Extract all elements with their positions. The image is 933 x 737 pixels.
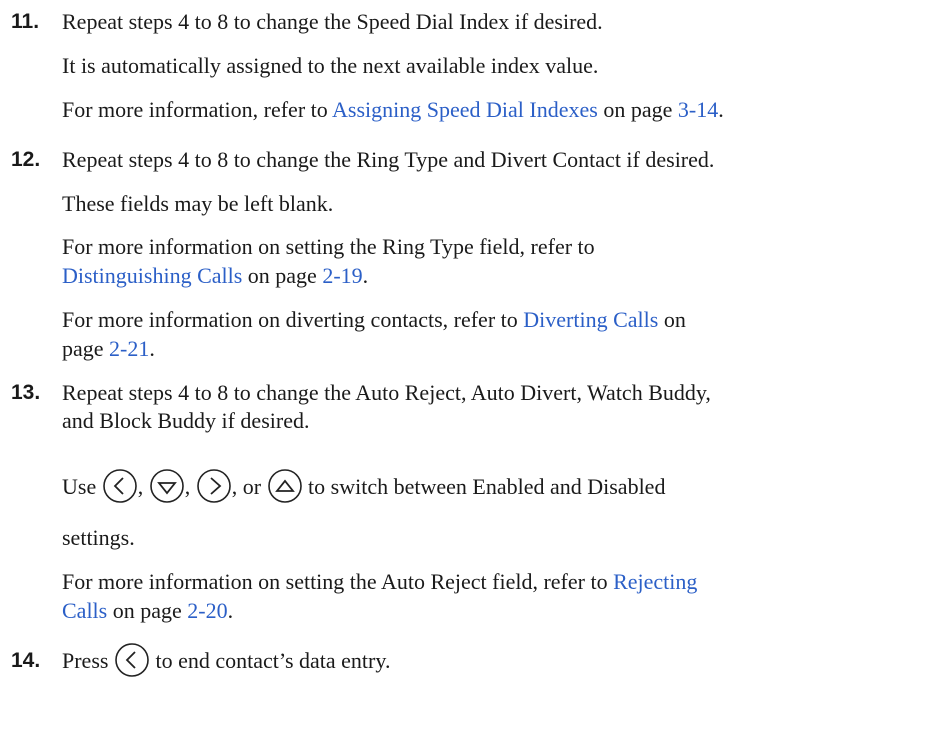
ref-suffix: . xyxy=(718,97,724,122)
ref-suffix: . xyxy=(149,336,155,361)
page-link-2-19[interactable]: 2-19 xyxy=(322,263,362,288)
step-13-number: 13. xyxy=(11,381,41,404)
use-suffix: to switch between Enabled and Disabled xyxy=(308,474,666,499)
document-page: 11. Repeat steps 4 to 8 to change the Sp… xyxy=(0,0,933,737)
link-rejecting-calls-cont[interactable]: Calls xyxy=(62,598,107,623)
press-suffix: to end contact’s data entry. xyxy=(155,648,391,673)
ref-mid: on page xyxy=(242,263,323,288)
step-13-reference-line-2: Calls on page 2-20. xyxy=(62,597,233,625)
step-12-reference-1-line-2: Distinguishing Calls on page 2-19. xyxy=(62,262,368,290)
step-11-reference: For more information, refer to Assigning… xyxy=(62,96,724,124)
ref-mid: on page xyxy=(597,97,678,122)
ref-prefix: For more information on diverting contac… xyxy=(62,307,524,332)
step-12-note: These fields may be left blank. xyxy=(62,191,334,216)
page-link-3-14[interactable]: 3-14 xyxy=(678,97,718,122)
step-14-number: 14. xyxy=(11,649,41,672)
ref-suffix: . xyxy=(227,598,234,623)
step-13-text-line-1: Repeat steps 4 to 8 to change the Auto R… xyxy=(62,380,711,405)
step-13-text-line-2: and Block Buddy if desired. xyxy=(62,408,310,433)
use-sep-3: , or xyxy=(231,474,262,499)
ref-suffix: . xyxy=(362,263,369,288)
step-13-use-line-2: settings. xyxy=(62,525,135,550)
up-arrow-key-icon xyxy=(267,468,303,504)
link-distinguishing-calls[interactable]: Distinguishing Calls xyxy=(62,263,242,288)
step-12-reference-1-line-1: For more information on setting the Ring… xyxy=(62,234,595,259)
link-diverting-calls[interactable]: Diverting Calls xyxy=(523,307,658,332)
ref-prefix: For more information, refer to xyxy=(62,97,333,122)
use-sep-2: , xyxy=(184,474,191,499)
link-assigning-speed-dial-indexes[interactable]: Assigning Speed Dial Indexes xyxy=(332,97,598,122)
step-12-reference-2-line-2: page 2-21. xyxy=(62,335,155,363)
step-14-text: Press to end contact’s data entry. xyxy=(62,643,391,678)
use-sep-1: , xyxy=(137,474,144,499)
step-12-text: Repeat steps 4 to 8 to change the Ring T… xyxy=(62,147,715,172)
use-prefix: Use xyxy=(62,474,97,499)
ref-prefix: For more information on setting the Auto… xyxy=(62,569,614,594)
link-rejecting-calls[interactable]: Rejecting xyxy=(613,569,697,594)
step-13-reference-line-1: For more information on setting the Auto… xyxy=(62,568,697,596)
left-arrow-key-icon xyxy=(114,642,150,678)
step-12-reference-2-line-1: For more information on diverting contac… xyxy=(62,306,686,334)
ref-mid: on xyxy=(658,307,686,332)
right-arrow-key-icon xyxy=(196,468,232,504)
press-prefix: Press xyxy=(62,648,109,673)
down-arrow-key-icon xyxy=(149,468,185,504)
ref-mid: on page xyxy=(107,598,188,623)
step-12-number: 12. xyxy=(11,148,41,171)
step-11-note: It is automatically assigned to the next… xyxy=(62,53,599,78)
page-link-2-21[interactable]: 2-21 xyxy=(109,336,149,361)
step-13-use-line: Use , , , or to switch between Enabled a… xyxy=(62,469,666,504)
ref-page-prefix: page xyxy=(62,336,110,361)
page-link-2-20[interactable]: 2-20 xyxy=(187,598,227,623)
left-arrow-key-icon xyxy=(102,468,138,504)
step-11-number: 11. xyxy=(11,10,40,33)
step-11-text: Repeat steps 4 to 8 to change the Speed … xyxy=(62,9,603,34)
